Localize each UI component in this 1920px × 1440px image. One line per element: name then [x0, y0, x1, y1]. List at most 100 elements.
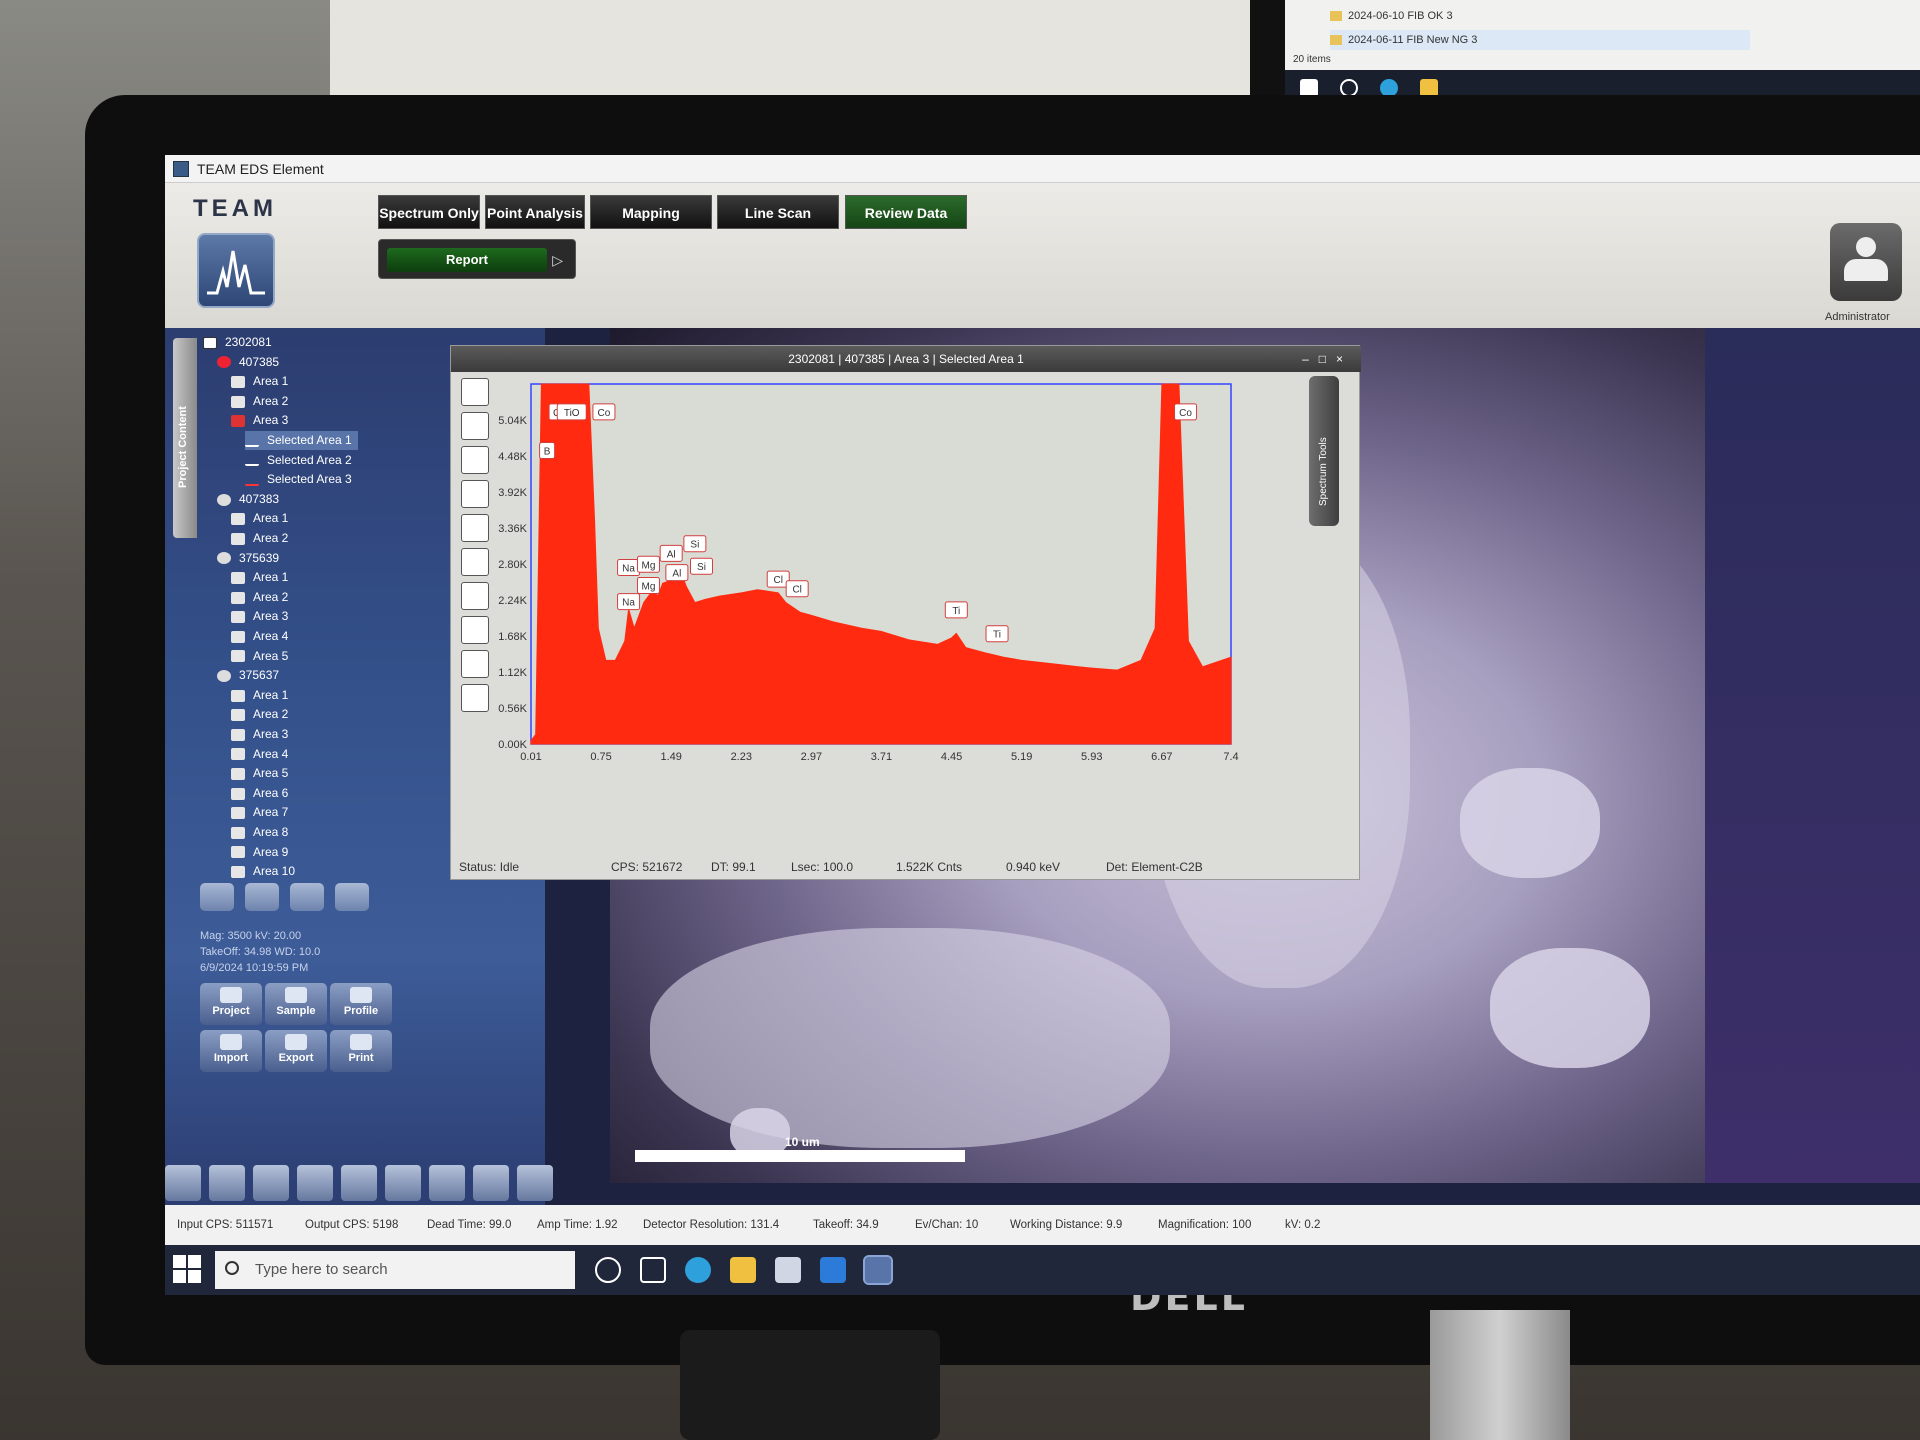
- tree-item[interactable]: Area 4: [231, 745, 288, 764]
- tree-item[interactable]: Area 7: [231, 803, 288, 822]
- tree-item[interactable]: Area 3: [231, 725, 288, 744]
- spectrum-title: 2302081 | 407385 | Area 3 | Selected Are…: [451, 346, 1361, 372]
- ev-chan: Ev/Chan: 10: [915, 1219, 979, 1231]
- tree-item[interactable]: Area 5: [231, 647, 288, 666]
- tree-item[interactable]: 407383: [217, 490, 279, 509]
- tab-spectrum-only[interactable]: Spectrum Only: [378, 195, 480, 229]
- x-tick-label: 3.71: [871, 751, 892, 763]
- tab-review-data[interactable]: Review Data: [845, 195, 967, 229]
- zoom-icon[interactable]: [473, 1165, 509, 1201]
- project-content-tab[interactable]: Project Content: [173, 338, 197, 538]
- compare-icon[interactable]: [461, 480, 489, 508]
- y-tick-label: 1.12K: [498, 667, 527, 679]
- tab-mapping[interactable]: Mapping: [590, 195, 712, 229]
- spectrum-tools-tab[interactable]: Spectrum Tools: [1309, 376, 1339, 526]
- particle: [1460, 768, 1600, 878]
- tree-item[interactable]: Selected Area 3: [245, 470, 352, 489]
- task-view-icon[interactable]: [640, 1257, 666, 1283]
- area-icon: [231, 807, 245, 820]
- tree-item[interactable]: Area 2: [231, 705, 288, 724]
- export-icon[interactable]: [461, 582, 489, 610]
- cortana-icon[interactable]: [595, 1257, 621, 1283]
- tree-item[interactable]: Area 3: [231, 411, 288, 430]
- tree-item-label: Area 2: [253, 707, 289, 722]
- tree-item[interactable]: Area 2: [231, 392, 288, 411]
- tree-item[interactable]: Area 1: [231, 568, 288, 587]
- tree-item[interactable]: Area 8: [231, 823, 288, 842]
- tab-point-analysis[interactable]: Point Analysis: [485, 195, 585, 229]
- status-counts: 1.522K Cnts: [896, 860, 963, 874]
- x-tick-label: 1.49: [660, 751, 681, 763]
- tree-item-label: Selected Area 2: [267, 452, 352, 467]
- report-button[interactable]: Report ▷: [378, 239, 576, 279]
- tree-item[interactable]: Area 1: [231, 686, 288, 705]
- tree-item[interactable]: Area 1: [231, 372, 288, 391]
- tree-item[interactable]: Area 10: [231, 862, 295, 881]
- user-icon[interactable]: [1830, 223, 1902, 301]
- team-eds-taskbar-icon[interactable]: [863, 1255, 893, 1285]
- color-bars-icon[interactable]: [461, 684, 489, 712]
- tree-item[interactable]: 375639: [217, 549, 279, 568]
- tree-item[interactable]: Area 9: [231, 843, 288, 862]
- profile-button[interactable]: Profile: [330, 983, 392, 1025]
- tree-item-label: Area 10: [253, 864, 296, 879]
- second-monitor-screen: 2024-06-10 FIB OK 3 2024-06-11 FIB New N…: [1285, 0, 1920, 70]
- tree-item[interactable]: Selected Area 2: [245, 451, 352, 470]
- tree-item[interactable]: Area 5: [231, 764, 288, 783]
- file-explorer-icon[interactable]: [730, 1257, 756, 1283]
- export-button[interactable]: Export: [265, 1030, 327, 1072]
- project-button[interactable]: Project: [200, 983, 262, 1025]
- file-row[interactable]: 2024-06-11 FIB New NG 3: [1330, 30, 1750, 50]
- user-label: Administrator: [1825, 311, 1890, 323]
- tree-item[interactable]: Selected Area 1: [245, 431, 358, 450]
- mail-icon[interactable]: [820, 1257, 846, 1283]
- tree-item[interactable]: Area 4: [231, 627, 288, 646]
- edge-icon[interactable]: [685, 1257, 711, 1283]
- taskbar-search-input[interactable]: Type here to search: [215, 1251, 575, 1289]
- text-tool-icon[interactable]: [200, 883, 234, 911]
- window-controls[interactable]: –□×: [1302, 346, 1353, 372]
- report-label: Report: [387, 248, 547, 272]
- spectrum-chart[interactable]: 0.00K 0.56K 1.12K 1.68K 2.24K 2.80K 3.36K 3.92K…: [491, 374, 1271, 854]
- tree-item[interactable]: Area 3: [231, 607, 288, 626]
- area-tool-icon[interactable]: [385, 1165, 421, 1201]
- quant-icon[interactable]: [461, 548, 489, 576]
- grid-icon[interactable]: [341, 1165, 377, 1201]
- tree-item-label: Area 6: [253, 785, 289, 800]
- tree-item[interactable]: 375637: [217, 666, 279, 685]
- bar-chart-icon[interactable]: [461, 412, 489, 440]
- acquisition-meta: Mag: 3500 kV: 20.00 TakeOff: 34.98 WD: 1…: [200, 930, 321, 974]
- tree-item[interactable]: Area 2: [231, 588, 288, 607]
- tree-item-label: Area 2: [253, 393, 289, 408]
- save-icon[interactable]: [461, 650, 489, 678]
- chevron-down-icon[interactable]: [165, 1165, 201, 1201]
- printer-icon[interactable]: [461, 616, 489, 644]
- auto-scale-icon[interactable]: [461, 378, 489, 406]
- histogram-icon[interactable]: [517, 1165, 553, 1201]
- store-icon[interactable]: [775, 1257, 801, 1283]
- pencil-icon[interactable]: [209, 1165, 245, 1201]
- tree-item-label: Area 4: [253, 746, 289, 761]
- sample-button[interactable]: Sample: [265, 983, 327, 1025]
- tree-item[interactable]: Area 1: [231, 509, 288, 528]
- file-row[interactable]: 2024-06-10 FIB OK 3: [1330, 6, 1453, 26]
- tree-item-label: 2302081: [225, 335, 272, 349]
- detector-resolution: Detector Resolution: 131.4: [643, 1219, 780, 1231]
- tree-item[interactable]: Area 2: [231, 529, 288, 548]
- area-icon: [231, 572, 245, 585]
- peak-label-icon[interactable]: [461, 446, 489, 474]
- text-tool-icon[interactable]: [253, 1165, 289, 1201]
- tree-item[interactable]: 2302081: [203, 333, 272, 352]
- print-button[interactable]: Print: [330, 1030, 392, 1072]
- tree-item[interactable]: 407385: [217, 353, 279, 372]
- line-tool-icon[interactable]: [297, 1165, 333, 1201]
- tree-item[interactable]: Area 6: [231, 784, 288, 803]
- search-icon[interactable]: [290, 883, 324, 911]
- camera-icon[interactable]: [429, 1165, 465, 1201]
- tab-line-scan[interactable]: Line Scan: [717, 195, 839, 229]
- layout-icon[interactable]: [335, 883, 369, 911]
- delete-icon[interactable]: [245, 883, 279, 911]
- import-button[interactable]: Import: [200, 1030, 262, 1072]
- periodic-table-icon[interactable]: [461, 514, 489, 542]
- windows-start-icon[interactable]: [173, 1255, 203, 1285]
